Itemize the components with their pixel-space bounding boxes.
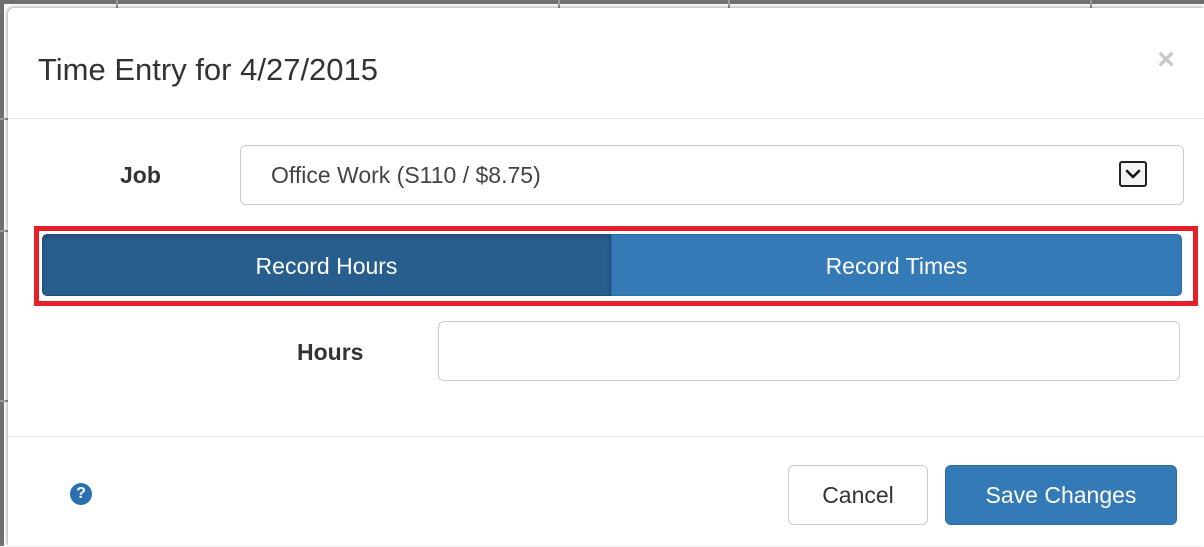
hours-label: Hours <box>297 339 364 365</box>
save-changes-button[interactable]: Save Changes <box>945 465 1177 525</box>
backdrop-edge-left <box>0 0 12 546</box>
question-circle-icon[interactable]: ? <box>70 483 92 505</box>
hours-input[interactable] <box>438 321 1180 381</box>
chevron-down-icon[interactable] <box>1119 161 1147 187</box>
job-label: Job <box>120 162 161 188</box>
record-hours-button[interactable]: Record Hours <box>42 234 611 296</box>
modal-header: Time Entry for 4/27/2015 × <box>8 8 1204 119</box>
record-times-button[interactable]: Record Times <box>611 234 1182 296</box>
time-entry-modal: Time Entry for 4/27/2015 × Job Office Wo… <box>8 8 1204 546</box>
job-select-value: Office Work (S110 / $8.75) <box>271 162 541 188</box>
close-icon[interactable]: × <box>1150 44 1182 76</box>
job-select[interactable]: Office Work (S110 / $8.75) <box>240 145 1184 205</box>
backdrop-edge-top <box>0 0 1204 12</box>
cancel-button[interactable]: Cancel <box>788 465 928 525</box>
modal-title: Time Entry for 4/27/2015 <box>38 52 379 87</box>
